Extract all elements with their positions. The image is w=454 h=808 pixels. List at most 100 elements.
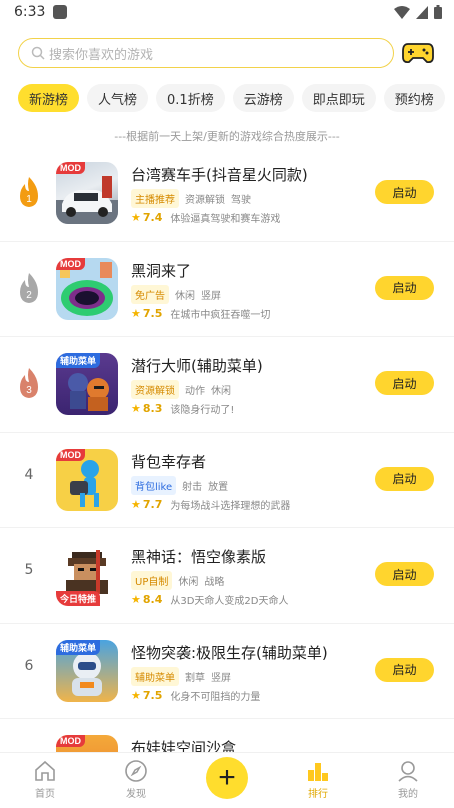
app-meta: ★ 8.4 从3D天命人变成2D天命人	[131, 592, 289, 607]
tab-new-games[interactable]: 新游榜	[18, 84, 80, 112]
rank-number: 3	[26, 385, 32, 396]
game-list: 1 MOD 台湾赛车手(抖音星火同款) 主播推荐 资源解锁 驾驶 ★ 7.4 体…	[0, 146, 454, 808]
app-name: 黑神话：悟空像素版	[131, 548, 267, 566]
tab-reservation[interactable]: 预约榜	[383, 84, 445, 112]
icon-tag: MOD	[56, 257, 85, 270]
feature-chip: UP自制	[131, 571, 173, 590]
wifi-icon	[394, 5, 410, 19]
nav-home[interactable]: 首页	[15, 759, 75, 800]
category-tag: 放置	[208, 481, 229, 493]
launch-button[interactable]: 启动	[375, 562, 434, 586]
app-name: 怪物突袭:极限生存(辅助菜单)	[131, 643, 328, 662]
status-time: 6:33	[14, 4, 46, 20]
app-description: 为每场战斗选择理想的武器	[170, 500, 291, 512]
rank-number: 1	[26, 194, 32, 205]
list-item[interactable]: 2 MOD 黑洞来了 免广告 休闲 竖屏 ★ 7.5 在城市中疯狂吞噬一切 启动	[0, 242, 454, 337]
rank-number: 5	[24, 562, 34, 578]
list-item[interactable]: 3 辅助菜单 潜行大师(辅助菜单) 资源解锁 动作 休闲 ★ 8.3 该隐身行动…	[0, 337, 454, 433]
icon-tag: 今日特推	[56, 591, 101, 606]
rank-number: 4	[24, 466, 34, 483]
battery-icon	[434, 5, 442, 19]
star-icon: ★	[131, 593, 141, 606]
feature-chip: 主播推荐	[131, 189, 179, 208]
category-tag: 驾驶	[231, 195, 251, 206]
bottom-nav: 首页 发现 + 排行 我的	[0, 752, 454, 808]
list-item[interactable]: 5 今日特推 黑神话：悟空像素版 UP自制 休闲 战略 ★ 8.4 从3D天命人…	[0, 528, 454, 624]
launch-button[interactable]: 启动	[375, 275, 434, 300]
home-icon	[35, 760, 55, 781]
category-tag: 竖屏	[201, 290, 221, 302]
app-description: 体验逼真驾驶和赛车游戏	[170, 214, 281, 225]
search-icon	[31, 46, 45, 60]
gamepad-icon	[402, 43, 434, 64]
app-description: 从3D天命人变成2D天命人	[170, 596, 289, 607]
nav-discover[interactable]: 发现	[106, 759, 166, 800]
rank-bronze-icon: 3	[20, 368, 38, 398]
app-meta: ★ 7.7 为每场战斗选择理想的武器	[131, 497, 290, 512]
app-tags: UP自制 休闲 战略	[131, 571, 224, 590]
launch-button[interactable]: 启动	[375, 371, 434, 395]
search-input[interactable]: 搜索你喜欢的游戏	[18, 38, 394, 68]
category-tag: 休闲	[211, 386, 231, 397]
nav-ranking[interactable]: 排行	[288, 759, 348, 800]
app-score: 8.4	[142, 593, 163, 606]
plus-icon: +	[218, 761, 236, 794]
star-icon: ★	[131, 688, 141, 702]
app-tags: 主播推荐 资源解锁 驾驶	[131, 189, 251, 208]
icon-tag: 辅助菜单	[56, 353, 101, 368]
tab-cloud[interactable]: 云游榜	[232, 84, 294, 112]
app-description: 该隐身行动了!	[170, 405, 235, 416]
app-icon[interactable]: 辅助菜单	[56, 353, 118, 415]
search-row: 搜索你喜欢的游戏	[18, 38, 438, 68]
rank-gold-icon: 1	[20, 177, 38, 207]
app-score: 7.4	[142, 211, 163, 224]
list-item[interactable]: 1 MOD 台湾赛车手(抖音星火同款) 主播推荐 资源解锁 驾驶 ★ 7.4 体…	[0, 146, 454, 242]
tab-popular[interactable]: 人气榜	[87, 84, 149, 112]
icon-tag: MOD	[56, 162, 85, 174]
app-meta: ★ 7.5 在城市中疯狂吞噬一切	[131, 306, 270, 321]
app-description: 在城市中疯狂吞噬一切	[170, 309, 271, 321]
app-name: 台湾赛车手(抖音星火同款)	[131, 166, 308, 184]
app-icon[interactable]: 今日特推	[56, 544, 118, 606]
status-icons	[394, 5, 442, 19]
tab-discount[interactable]: 0.1折榜	[156, 84, 225, 112]
ranking-subtitle: ---根据前一天上架/更新的游戏综合热度展示---	[114, 130, 340, 143]
category-tag: 动作	[185, 386, 205, 397]
app-icon[interactable]: MOD	[56, 257, 118, 320]
category-tag: 竖屏	[211, 672, 231, 684]
category-tag: 休闲	[178, 577, 199, 588]
tab-instant-play[interactable]: 即点即玩	[301, 84, 376, 112]
star-icon: ★	[131, 211, 141, 224]
nav-profile[interactable]: 我的	[378, 759, 438, 800]
nav-label: 发现	[126, 789, 146, 800]
rank-silver-icon: 2	[20, 272, 38, 303]
app-tags: 背包like 射击 放置	[131, 475, 229, 495]
app-score: 7.7	[142, 497, 163, 511]
signal-icon	[416, 5, 428, 19]
rank-number: 2	[26, 290, 32, 301]
list-item[interactable]: 6 辅助菜单 怪物突袭:极限生存(辅助菜单) 辅助菜单 割草 竖屏 ★ 7.5 …	[0, 624, 454, 719]
star-icon: ★	[131, 497, 141, 511]
add-button[interactable]: +	[206, 757, 248, 799]
profile-icon	[398, 761, 418, 782]
launch-button[interactable]: 启动	[375, 180, 434, 204]
star-icon: ★	[131, 306, 141, 320]
nav-label: 排行	[308, 789, 328, 800]
icon-tag: MOD	[56, 735, 85, 747]
app-meta: ★ 8.3 该隐身行动了!	[131, 401, 234, 416]
app-icon[interactable]: 辅助菜单	[56, 639, 118, 702]
nav-label: 首页	[35, 789, 55, 800]
gamepad-button[interactable]	[401, 38, 435, 68]
compass-icon	[125, 760, 147, 782]
app-name: 潜行大师(辅助菜单)	[131, 357, 263, 375]
list-item[interactable]: 4 MOD 背包幸存者 背包like 射击 放置 ★ 7.7 为每场战斗选择理想…	[0, 433, 454, 528]
app-icon[interactable]: MOD	[56, 448, 118, 511]
app-score: 8.3	[142, 402, 163, 415]
feature-chip: 背包like	[131, 475, 177, 495]
app-description: 化身不可阻挡的力量	[170, 691, 261, 703]
app-tags: 辅助菜单 割草 竖屏	[131, 666, 231, 686]
launch-button[interactable]: 启动	[375, 466, 434, 491]
launch-button[interactable]: 启动	[375, 657, 434, 682]
app-icon[interactable]: MOD	[56, 162, 118, 224]
rank-number: 6	[24, 657, 34, 674]
